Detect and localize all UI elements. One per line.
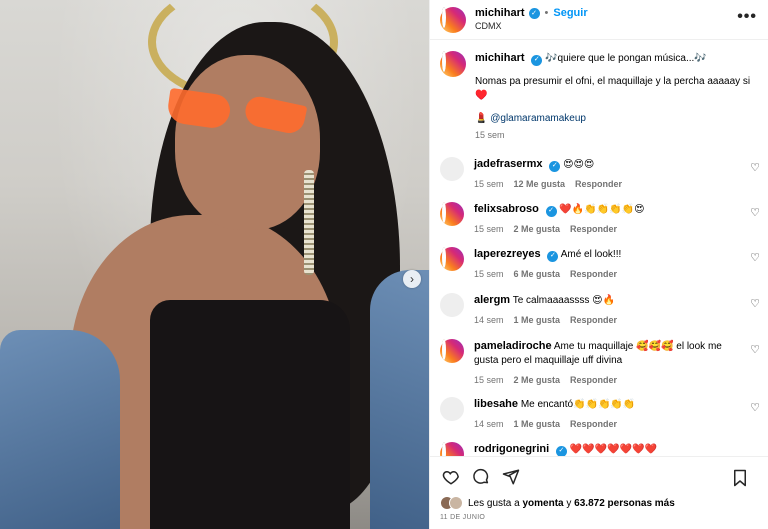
caption-username[interactable]: michihart [475, 52, 525, 64]
more-options-icon[interactable]: ••• [737, 8, 757, 26]
post-header: michihart ✓ • Seguir CDMX ••• [430, 0, 768, 40]
caption-body: Nomas pa presumir el ofni, el maquillaje… [475, 76, 751, 101]
comment-time: 15 sem [474, 269, 504, 279]
caption: michihart ✓ 🎶quiere que le pongan música… [430, 41, 768, 142]
heart-icon[interactable]: ♡ [750, 401, 760, 414]
comment-item: pameladiroche Ame tu maquillaje 🥰🥰🥰 el l… [440, 339, 760, 385]
verified-badge-icon: ✓ [531, 54, 543, 66]
comment-item: felixsabroso ✓ ❤️🔥👏👏👏👏😍 15 sem 2 Me gust… [440, 202, 760, 234]
comment-item: rodrigonegrini ✓ ❤️❤️❤️❤️❤️❤️❤️ [440, 442, 760, 456]
comment-item: laperezreyes ✓ Amé el look!!! 15 sem 6 M… [440, 247, 760, 279]
comment-time: 15 sem [474, 224, 504, 234]
post-panel: michihart ✓ • Seguir CDMX ••• michihart … [429, 0, 768, 529]
comment-item: jadefrasermx ✓ 😍😍😍 15 sem 12 Me gusta Re… [440, 157, 760, 189]
comment-time: 14 sem [474, 315, 504, 325]
bookmark-icon[interactable] [729, 467, 751, 489]
likes-summary[interactable]: Les gusta a yomenta y 63.872 personas má… [440, 496, 675, 510]
likes-prefix: Les gusta a [468, 497, 523, 509]
comment-username[interactable]: alergm [474, 294, 510, 306]
comment-likes[interactable]: 12 Me gusta [514, 179, 566, 189]
comment-likes[interactable]: 1 Me gusta [514, 315, 561, 325]
reply-button[interactable]: Responder [575, 179, 622, 189]
post-photo[interactable] [0, 0, 429, 529]
share-icon[interactable] [500, 466, 522, 488]
heart-icon[interactable]: ♡ [750, 161, 760, 174]
avatar[interactable] [440, 442, 464, 456]
comment-likes[interactable]: 1 Me gusta [514, 419, 561, 429]
verified-badge-icon: ✓ [547, 250, 559, 262]
avatar[interactable] [440, 51, 466, 77]
verified-badge-icon: ✓ [555, 445, 567, 456]
comment-username[interactable]: rodrigonegrini [474, 443, 549, 455]
comment-likes[interactable]: 2 Me gusta [514, 224, 561, 234]
caption-time: 15 sem [475, 130, 505, 140]
avatar [449, 496, 463, 510]
comment-username[interactable]: felixsabroso [474, 203, 539, 215]
comment-text: Me encantó👏👏👏👏👏 [520, 399, 636, 410]
verified-badge-icon: ✓ [549, 160, 561, 172]
avatar[interactable] [440, 247, 464, 271]
verified-badge-icon: ✓ [528, 7, 540, 19]
heart-icon[interactable] [440, 466, 462, 488]
likes-user[interactable]: yomenta [522, 498, 563, 509]
comment-item: alergm Te calmaaaassss 😍🔥 14 sem 1 Me gu… [440, 293, 760, 325]
follow-button[interactable]: Seguir [553, 7, 587, 20]
comment-text: ❤️🔥👏👏👏👏😍 [559, 204, 645, 215]
reply-button[interactable]: Responder [570, 269, 617, 279]
photo-face [175, 55, 320, 230]
avatar[interactable] [440, 339, 464, 363]
comment-username[interactable]: laperezreyes [474, 248, 541, 260]
comment-username[interactable]: jadefrasermx [474, 158, 543, 170]
reply-button[interactable]: Responder [570, 375, 617, 385]
post-actions [430, 456, 768, 496]
reply-button[interactable]: Responder [570, 224, 617, 234]
comment-text: Te calmaaaassss 😍🔥 [512, 295, 616, 306]
avatar[interactable] [440, 293, 464, 317]
post-location[interactable]: CDMX [475, 20, 588, 33]
comment-icon[interactable] [470, 466, 492, 488]
likes-count[interactable]: 63.872 personas más [574, 498, 675, 509]
photo-earring [304, 170, 314, 275]
avatar[interactable] [440, 6, 466, 33]
photo-jacket-right [370, 270, 429, 529]
comment-time: 15 sem [474, 179, 504, 189]
comment-time: 14 sem [474, 419, 504, 429]
lipstick-emoji: 💄 [475, 113, 488, 124]
likes-middle: y [563, 497, 575, 509]
avatar[interactable] [440, 157, 464, 181]
comment-time: 15 sem [474, 375, 504, 385]
chevron-right-icon[interactable]: › [403, 270, 421, 288]
verified-badge-icon: ✓ [545, 205, 557, 217]
comment-likes[interactable]: 2 Me gusta [514, 375, 561, 385]
post-date[interactable]: 11 DE JUNIO [440, 514, 485, 521]
mention-link[interactable]: @glamaramamakeup [490, 113, 586, 124]
comment-likes[interactable]: 6 Me gusta [514, 269, 561, 279]
comment-text: ❤️❤️❤️❤️❤️❤️❤️ [569, 444, 657, 455]
comment-item: libesahe Me encantó👏👏👏👏👏 14 sem 1 Me gus… [440, 397, 760, 429]
comment-username[interactable]: libesahe [474, 398, 518, 410]
avatar[interactable] [440, 397, 464, 421]
comment-text: 😍😍😍 [563, 159, 595, 170]
photo-jacket-left [0, 330, 120, 529]
photo-top [150, 300, 350, 529]
avatar[interactable] [440, 202, 464, 226]
caption-text: 🎶quiere que le pongan música...🎶 [545, 53, 707, 64]
comments-list[interactable]: michihart ✓ 🎶quiere que le pongan música… [430, 41, 768, 456]
heart-icon[interactable]: ♡ [750, 251, 760, 264]
heart-icon[interactable]: ♡ [750, 343, 760, 356]
reply-button[interactable]: Responder [570, 315, 617, 325]
post-author-username[interactable]: michihart [475, 7, 525, 20]
heart-icon[interactable]: ♡ [750, 297, 760, 310]
heart-icon[interactable]: ♡ [750, 206, 760, 219]
comment-username[interactable]: pameladiroche [474, 340, 552, 352]
separator-dot: • [544, 6, 549, 19]
comment-text: Amé el look!!! [560, 249, 622, 260]
reply-button[interactable]: Responder [570, 419, 617, 429]
